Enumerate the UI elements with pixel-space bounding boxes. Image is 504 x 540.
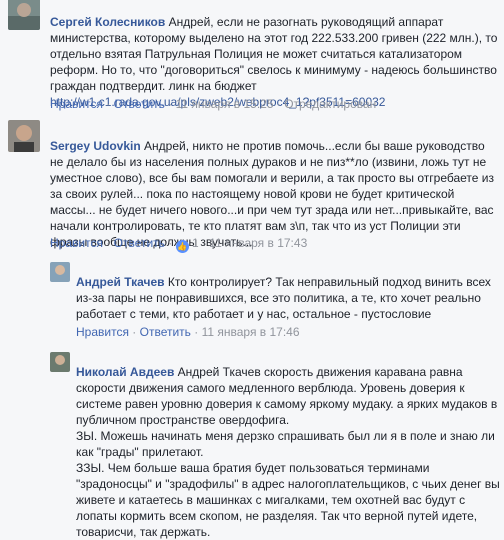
reply-button[interactable]: Ответить <box>140 325 191 339</box>
reply: Николай Авдеев Андрей Ткачев скорость дв… <box>0 348 504 539</box>
avatar[interactable] <box>8 0 40 30</box>
comment-author[interactable]: Сергей Колесников <box>50 15 165 29</box>
comment-body: Николай Авдеев Андрей Ткачев скорость дв… <box>76 348 500 540</box>
thumbs-up-icon: 👍 <box>175 240 189 253</box>
avatar[interactable] <box>50 262 70 282</box>
comment-actions: Нравится · Ответить · 11 января в 15:25 … <box>50 97 377 111</box>
reply: Андрей Ткачев Кто контролирует? Так непр… <box>0 258 504 348</box>
comment-date[interactable]: 11 января в 15:25 <box>176 97 274 111</box>
avatar[interactable] <box>8 120 40 152</box>
reply-button[interactable]: Ответить <box>114 236 165 250</box>
comment-author[interactable]: Андрей Ткачев <box>76 275 165 289</box>
comment-text: Андрей Ткачев скорость движения каравана… <box>76 365 500 539</box>
likes-count[interactable]: 1 <box>192 236 199 250</box>
like-button[interactable]: Нравится <box>76 325 129 339</box>
avatar[interactable] <box>50 352 70 372</box>
comment-body: Sergey Udovkin Андрей, никто не против п… <box>50 122 498 250</box>
comment-author[interactable]: Николай Авдеев <box>76 365 174 379</box>
comment: Sergey Udovkin Андрей, никто не против п… <box>0 118 504 258</box>
comment-date[interactable]: 11 января в 17:43 <box>209 236 307 250</box>
reply-button[interactable]: Ответить <box>114 97 165 111</box>
comment-author[interactable]: Sergey Udovkin <box>50 139 141 153</box>
comment-actions: Нравится · Ответить · 11 января в 17:46 <box>76 325 300 339</box>
comment-actions: Нравится · Ответить · 👍 1 · 11 января в … <box>50 236 308 253</box>
like-button[interactable]: Нравится <box>50 236 103 250</box>
comment: Сергей Колесников Андрей, если не разогн… <box>0 0 504 112</box>
comment-text: Андрей, никто не против помочь...если бы… <box>50 139 494 249</box>
edited-label[interactable]: Отредактирован <box>284 97 376 111</box>
comment-date[interactable]: 11 января в 17:46 <box>202 325 300 339</box>
comment-body: Андрей Ткачев Кто контролирует? Так непр… <box>76 258 496 322</box>
like-button[interactable]: Нравится <box>50 97 103 111</box>
